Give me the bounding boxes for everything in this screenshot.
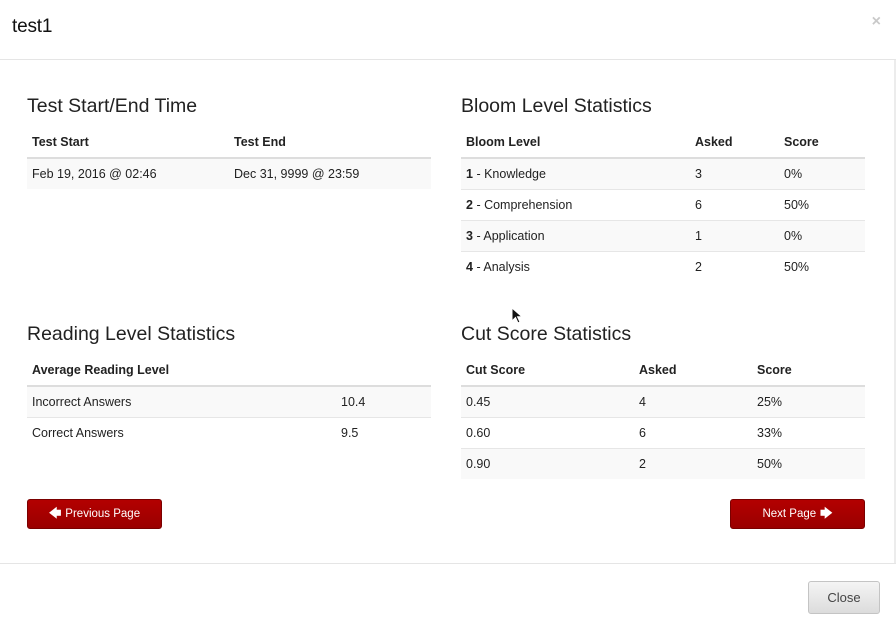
reading-value-cell: 9.5 (336, 416, 431, 448)
table-row: 1 - Knowledge 3 0% (461, 158, 865, 189)
bloom-level-number: 1 (466, 166, 473, 181)
table-header-row: Average Reading Level (27, 355, 431, 387)
table-row: 0.45 4 25% (461, 386, 865, 417)
column-header: Average Reading Level (27, 355, 336, 387)
bloom-level-number: 4 (466, 259, 473, 274)
arrow-right-icon: 🡆 (820, 505, 833, 520)
column-header (336, 355, 431, 387)
bloom-level-cell: 2 - Comprehension (461, 188, 690, 220)
table-row: Feb 19, 2016 @ 02:46 Dec 31, 9999 @ 23:5… (27, 158, 431, 189)
asked-cell: 4 (634, 386, 752, 417)
modal-title: test1 (12, 16, 53, 37)
score-cell: 0% (779, 219, 865, 251)
table-header-row: Bloom Level Asked Score (461, 127, 865, 159)
table-row: 2 - Comprehension 6 50% (461, 188, 865, 220)
test-start-cell: Feb 19, 2016 @ 02:46 (27, 158, 229, 189)
modal-header: test1 × (0, 0, 896, 60)
bloom-level-name: - Analysis (476, 259, 530, 274)
bloom-level-name: - Application (476, 228, 545, 243)
next-page-label: Next Page (762, 508, 817, 520)
bloom-level-cell: 1 - Knowledge (461, 158, 690, 189)
bloom-level-cell: 4 - Analysis (461, 250, 690, 282)
modal-dialog: test1 × Test Start/End Time Test Start T… (0, 0, 896, 628)
asked-cell: 6 (634, 416, 752, 448)
cut-score-cell: 0.45 (461, 386, 634, 417)
column-header: Score (752, 355, 865, 387)
previous-page-label: Previous Page (65, 508, 141, 520)
modal-footer: Close (0, 563, 896, 628)
column-header: Bloom Level (461, 127, 690, 159)
bloom-heading: Bloom Level Statistics (461, 95, 652, 117)
table-header-row: Cut Score Asked Score (461, 355, 865, 387)
next-page-button[interactable]: Next Page 🡆 (730, 499, 865, 529)
column-header: Cut Score (461, 355, 634, 387)
column-header: Asked (634, 355, 752, 387)
column-header: Score (779, 127, 865, 159)
bloom-level-name: - Comprehension (476, 197, 573, 212)
table-row: 0.60 6 33% (461, 416, 865, 448)
test-time-table: Test Start Test End Feb 19, 2016 @ 02:46… (27, 127, 431, 189)
score-cell: 50% (752, 447, 865, 479)
test-end-cell: Dec 31, 9999 @ 23:59 (229, 158, 431, 189)
asked-cell: 3 (690, 158, 779, 189)
score-cell: 0% (779, 158, 865, 189)
bloom-level-number: 3 (466, 228, 473, 243)
bloom-table: Bloom Level Asked Score 1 - Knowledge 3 … (461, 127, 865, 282)
table-header-row: Test Start Test End (27, 127, 431, 159)
column-header: Asked (690, 127, 779, 159)
bloom-level-number: 2 (466, 197, 473, 212)
close-button[interactable]: Close (808, 581, 880, 614)
cut-score-cell: 0.60 (461, 416, 634, 448)
score-cell: 25% (752, 386, 865, 417)
reading-label-cell: Incorrect Answers (27, 386, 336, 417)
table-row: 4 - Analysis 2 50% (461, 250, 865, 282)
cut-score-heading: Cut Score Statistics (461, 323, 632, 345)
reading-value-cell: 10.4 (336, 386, 431, 417)
asked-cell: 2 (634, 447, 752, 479)
asked-cell: 1 (690, 219, 779, 251)
arrow-left-icon: 🡄 (48, 505, 62, 520)
table-row: Incorrect Answers 10.4 (27, 386, 431, 417)
asked-cell: 6 (690, 188, 779, 220)
close-icon[interactable]: × (872, 13, 881, 31)
cut-score-cell: 0.90 (461, 447, 634, 479)
bloom-level-cell: 3 - Application (461, 219, 690, 251)
bloom-level-name: - Knowledge (476, 166, 546, 181)
table-row: 0.90 2 50% (461, 447, 865, 479)
table-row: Correct Answers 9.5 (27, 416, 431, 448)
column-header: Test End (229, 127, 431, 159)
reading-label-cell: Correct Answers (27, 416, 336, 448)
previous-page-button[interactable]: 🡄 Previous Page (27, 499, 162, 529)
score-cell: 50% (779, 250, 865, 282)
asked-cell: 2 (690, 250, 779, 282)
score-cell: 33% (752, 416, 865, 448)
reading-table: Average Reading Level Incorrect Answers … (27, 355, 431, 448)
score-cell: 50% (779, 188, 865, 220)
cut-score-table: Cut Score Asked Score 0.45 4 25% 0.60 6 … (461, 355, 865, 479)
table-row: 3 - Application 1 0% (461, 219, 865, 251)
column-header: Test Start (27, 127, 229, 159)
test-time-heading: Test Start/End Time (27, 95, 198, 117)
reading-heading: Reading Level Statistics (27, 323, 236, 345)
mouse-cursor-icon (511, 307, 523, 324)
